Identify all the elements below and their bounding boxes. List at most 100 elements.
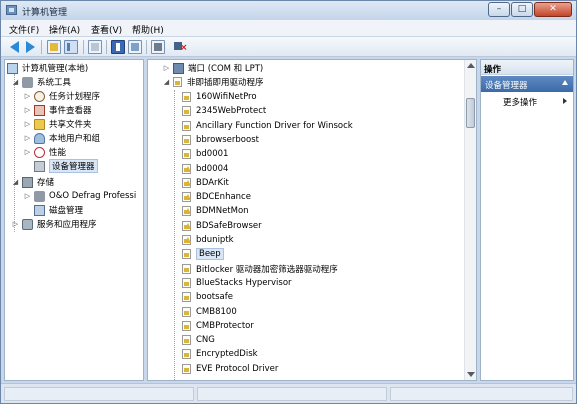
tree-system-tools[interactable]: ◢ 系统工具 [11,75,71,89]
close-button[interactable]: ✕ [534,2,572,17]
toolbar-separator [146,40,147,54]
disk-icon [34,204,45,216]
driver-warning-icon [182,235,191,245]
driver-icon [182,249,191,260]
tree-device-manager[interactable]: 设备管理器 [34,159,98,173]
device-item[interactable]: Bitlocker 驱动器加密筛选器驱动程序 [182,262,338,276]
device-item[interactable]: Ancillary Function Driver for Winsock [182,119,353,133]
scan-hardware-button[interactable] [151,40,165,54]
tree-local-users-label: 本地用户和组 [49,134,101,144]
collapse-icon[interactable]: ◢ [11,178,20,186]
device-item[interactable]: EVE Protocol Driver [182,362,278,376]
services-icon [22,218,33,230]
status-cell-3 [390,387,573,401]
menu-file[interactable]: 文件(F) [9,23,39,36]
device-item[interactable]: bootsafe [182,290,233,304]
collapse-icon[interactable]: ◢ [162,78,171,86]
driver-icon [182,292,191,303]
device-item[interactable]: bbrowserboost [182,133,259,147]
menu-view[interactable]: 查看(V) [91,23,122,36]
device-item[interactable]: CMB8100 [182,305,237,319]
scrollbar-thumb[interactable] [466,98,475,128]
actions-pane: 操作 设备管理器 更多操作 [480,59,574,381]
device-item[interactable]: 2345WebProtect [182,104,266,118]
computer-management-window: 计算机管理 – □ ✕ 文件(F) 操作(A) 查看(V) 帮助(H) × 计算… [0,0,577,404]
toolbar: × [1,37,576,57]
scan-hardware-icon [154,43,162,51]
more-actions-link[interactable]: 更多操作 [503,96,537,108]
tree-services-apps[interactable]: ▷ 服务和应用程序 [11,217,97,231]
expand-icon[interactable]: ▷ [23,92,32,100]
device-item[interactable]: BDCEnhance [182,190,251,204]
driver-icon [182,263,191,274]
toolbar-separator [106,40,107,54]
tree-event-viewer[interactable]: ▷ 事件查看器 [23,103,92,117]
expand-icon[interactable]: ▷ [23,120,32,128]
device-item[interactable]: BDArKit [182,176,229,190]
menu-help[interactable]: 帮助(H) [132,23,164,36]
device-list-scrollbar[interactable] [464,60,476,380]
device-item[interactable]: CMBProtector [182,319,254,333]
expand-icon[interactable]: ▷ [23,106,32,114]
menu-action[interactable]: 操作(A) [49,23,80,36]
tree-disk-management[interactable]: 磁盘管理 [34,203,83,217]
tree-task-scheduler[interactable]: ▷ 任务计划程序 [23,89,100,103]
device-item[interactable]: BDSafeBrowser [182,219,262,233]
device-item-label: BDSafeBrowser [196,220,262,231]
properties-button[interactable] [88,40,102,54]
collapse-up-icon[interactable] [562,80,568,85]
device-category-ports[interactable]: ▷ 端口 (COM 和 LPT) [162,61,263,75]
driver-folder-icon [173,77,182,87]
device-item-label: bd0004 [196,163,229,174]
driver-warning-icon [182,163,191,174]
expand-icon[interactable]: ▷ [23,134,32,142]
toolbar-separator [83,40,84,54]
driver-icon [182,306,191,317]
device-item[interactable]: bduniptk [182,233,234,247]
defrag-icon [34,190,45,202]
device-item[interactable]: BlueStacks Hypervisor [182,276,292,290]
device-item[interactable]: bd0004 [182,162,228,176]
view-button[interactable] [128,40,142,54]
shared-folder-icon [34,118,45,130]
tree-defrag[interactable]: ▷ O&O Defrag Professi [23,189,136,203]
scroll-down-arrow-icon[interactable] [467,372,475,377]
red-x-icon: × [180,43,188,53]
device-item-label: Beep [196,248,224,261]
help-button[interactable] [111,40,125,54]
device-item[interactable]: BDMNetMon [182,204,249,218]
performance-icon [34,146,45,158]
maximize-button[interactable]: □ [511,2,533,17]
driver-icon [182,277,191,288]
device-category-non-pnp[interactable]: ◢ 非即插即用驱动程序 [162,75,264,89]
collapse-icon[interactable]: ◢ [11,78,20,86]
forward-button[interactable] [23,40,37,54]
device-item[interactable]: bd0001 [182,147,228,161]
tree-performance[interactable]: ▷ 性能 [23,145,66,159]
device-item-label: bduniptk [196,235,234,245]
actions-section-device-manager[interactable]: 设备管理器 [481,76,573,92]
device-item[interactable]: CNG [182,333,215,347]
up-level-button[interactable] [47,40,61,54]
device-item[interactable]: EncryptedDisk [182,347,258,361]
tree-root[interactable]: 计算机管理(本地) [7,61,88,75]
tree-storage[interactable]: ◢ 存储 [11,175,54,189]
submenu-arrow-icon[interactable] [563,98,567,104]
device-item[interactable]: Beep [182,247,224,261]
minimize-button[interactable]: – [488,2,510,17]
uninstall-device-button[interactable]: × [173,40,188,54]
expand-icon[interactable]: ▷ [23,148,32,156]
expand-icon[interactable]: ▷ [23,192,32,200]
show-hide-tree-button[interactable] [64,40,78,54]
title-bar[interactable]: 计算机管理 – □ ✕ [1,1,576,20]
driver-warning-icon [182,206,191,217]
driver-icon [182,349,191,360]
back-button[interactable] [8,40,22,54]
expand-icon[interactable]: ▷ [11,220,20,228]
expand-icon[interactable]: ▷ [162,64,171,72]
scroll-up-arrow-icon[interactable] [467,63,475,68]
tree-shared-folders[interactable]: ▷ 共享文件夹 [23,117,92,131]
tree-local-users[interactable]: ▷ 本地用户和组 [23,131,100,145]
console-tree-pane: 计算机管理(本地) ◢ 系统工具 ▷ 任务计划程序 ▷ 事件查看器 ▷ 共享文件… [4,59,144,381]
device-item[interactable]: 160WifiNetPro [182,90,257,104]
